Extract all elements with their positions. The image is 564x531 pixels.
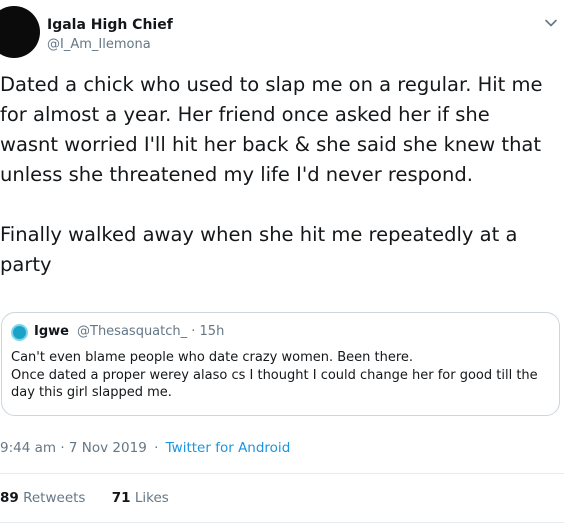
quoted-handle-time: @Thesasquatch_ · 15h (77, 324, 225, 339)
tweet-meta: 9:44 am · 7 Nov 2019 · Twitter for Andro… (0, 440, 290, 456)
meta-separator: · (154, 440, 159, 456)
likes-count: 71 (111, 490, 131, 506)
tweet-timestamp[interactable]: 9:44 am · 7 Nov 2019 (0, 440, 147, 456)
quoted-avatar (11, 324, 28, 341)
tweet-paragraph: Dated a chick who used to slap me on a r… (0, 73, 543, 186)
retweets-count: 89 (0, 490, 19, 506)
quoted-text: Can't even blame people who date crazy w… (11, 350, 538, 400)
tweet-header: Igala High Chief @I_Am_Ilemona (0, 0, 564, 70)
divider (0, 473, 564, 474)
divider (0, 522, 564, 523)
likes-label: Likes (134, 490, 169, 506)
retweets-stat[interactable]: 89 Retweets (0, 490, 85, 506)
quoted-display-name: Igwe (34, 324, 69, 339)
tweet-paragraph: Finally walked away when she hit me repe… (0, 223, 518, 276)
author-display-name[interactable]: Igala High Chief (47, 17, 173, 33)
retweets-label: Retweets (23, 490, 86, 506)
likes-stat[interactable]: 71 Likes (112, 490, 169, 506)
avatar[interactable] (0, 6, 40, 58)
tweet-body: Dated a chick who used to slap me on a r… (0, 70, 564, 280)
tweet-stats: 89 Retweets 71 Likes (0, 490, 169, 506)
quoted-tweet[interactable]: Igwe @Thesasquatch_ · 15h Can't even bla… (1, 312, 560, 416)
tweet-source-link[interactable]: Twitter for Android (166, 440, 291, 456)
author-handle[interactable]: @I_Am_Ilemona (47, 37, 151, 52)
chevron-down-icon[interactable] (544, 16, 558, 30)
